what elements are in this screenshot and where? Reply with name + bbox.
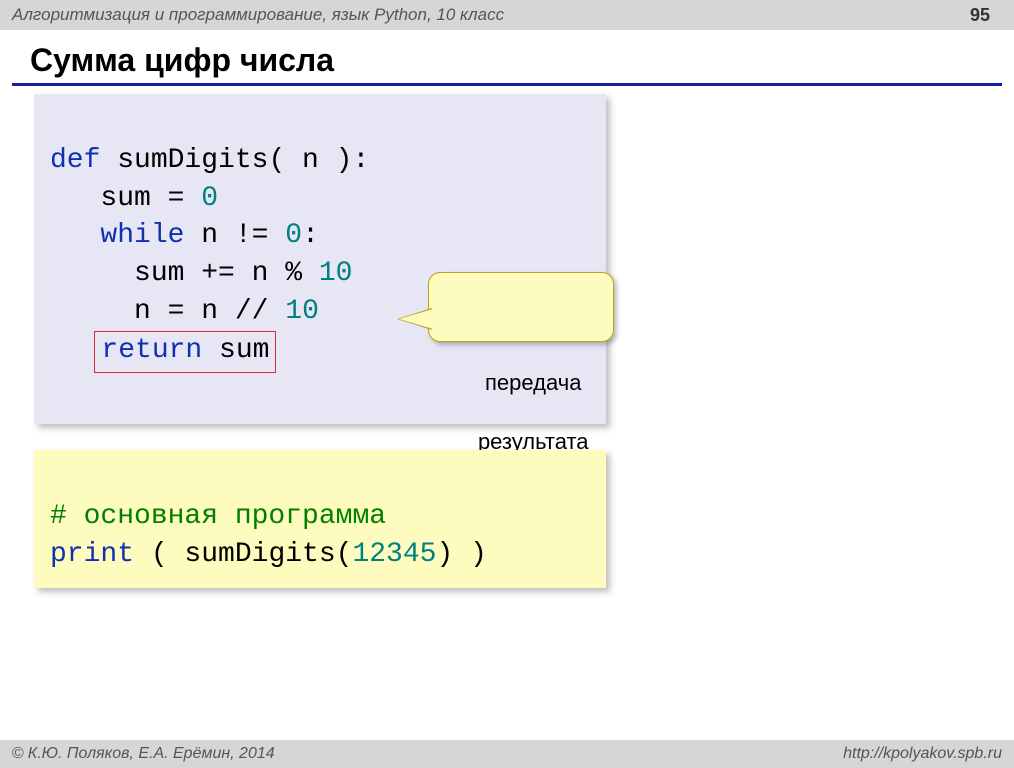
footer-left: ©К.Ю. Поляков, Е.А. Ерёмин, 2014 [12,745,275,763]
code-block-main: # основная программа print ( sumDigits(1… [34,450,606,587]
expr-div: n // [201,296,285,327]
header-bar: Алгоритмизация и программирование, язык … [0,0,1014,30]
colon: : [302,220,319,251]
op-eq: = [151,183,201,214]
title-rule [12,83,1002,86]
op-pluseq: += [184,258,251,289]
var-sum2: sum [50,258,184,289]
kw-def: def [50,145,100,176]
op-ne: != [218,220,285,251]
num-zero: 0 [201,183,218,214]
call-close: ) ) [436,539,486,570]
var-n: n [184,220,218,251]
code-block-function: def sumDigits( n ): sum = 0 while n != 0… [34,94,606,424]
var-n2: n [50,296,151,327]
num-ten: 10 [319,258,353,289]
comment: # основная программа [50,501,386,532]
callout-tail [399,309,433,329]
callout-line1: передача [485,370,581,395]
num-ten2: 10 [285,296,319,327]
kw-return: return [101,335,202,366]
num-arg: 12345 [352,539,436,570]
num-zero2: 0 [285,220,302,251]
var-sum: sum [50,183,151,214]
call-open: ( sumDigits( [134,539,352,570]
expr-mod: n % [252,258,319,289]
kw-print: print [50,539,134,570]
op-eq2: = [151,296,201,327]
page-title: Сумма цифр числа [30,42,1014,81]
kw-while: while [50,220,184,251]
copyright-icon: © [12,745,24,762]
page-number: 95 [970,5,1002,26]
return-val: sum [202,335,269,366]
footer-right: http://kpolyakov.spb.ru [843,745,1002,763]
header-title: Алгоритмизация и программирование, язык … [12,5,504,25]
fn-signature: sumDigits( n ): [100,145,369,176]
return-box: return sum [94,331,276,373]
footer-authors: К.Ю. Поляков, Е.А. Ерёмин, 2014 [28,745,275,762]
footer-bar: ©К.Ю. Поляков, Е.А. Ерёмин, 2014 http://… [0,740,1014,768]
callout-bubble: передача результата [428,272,614,342]
